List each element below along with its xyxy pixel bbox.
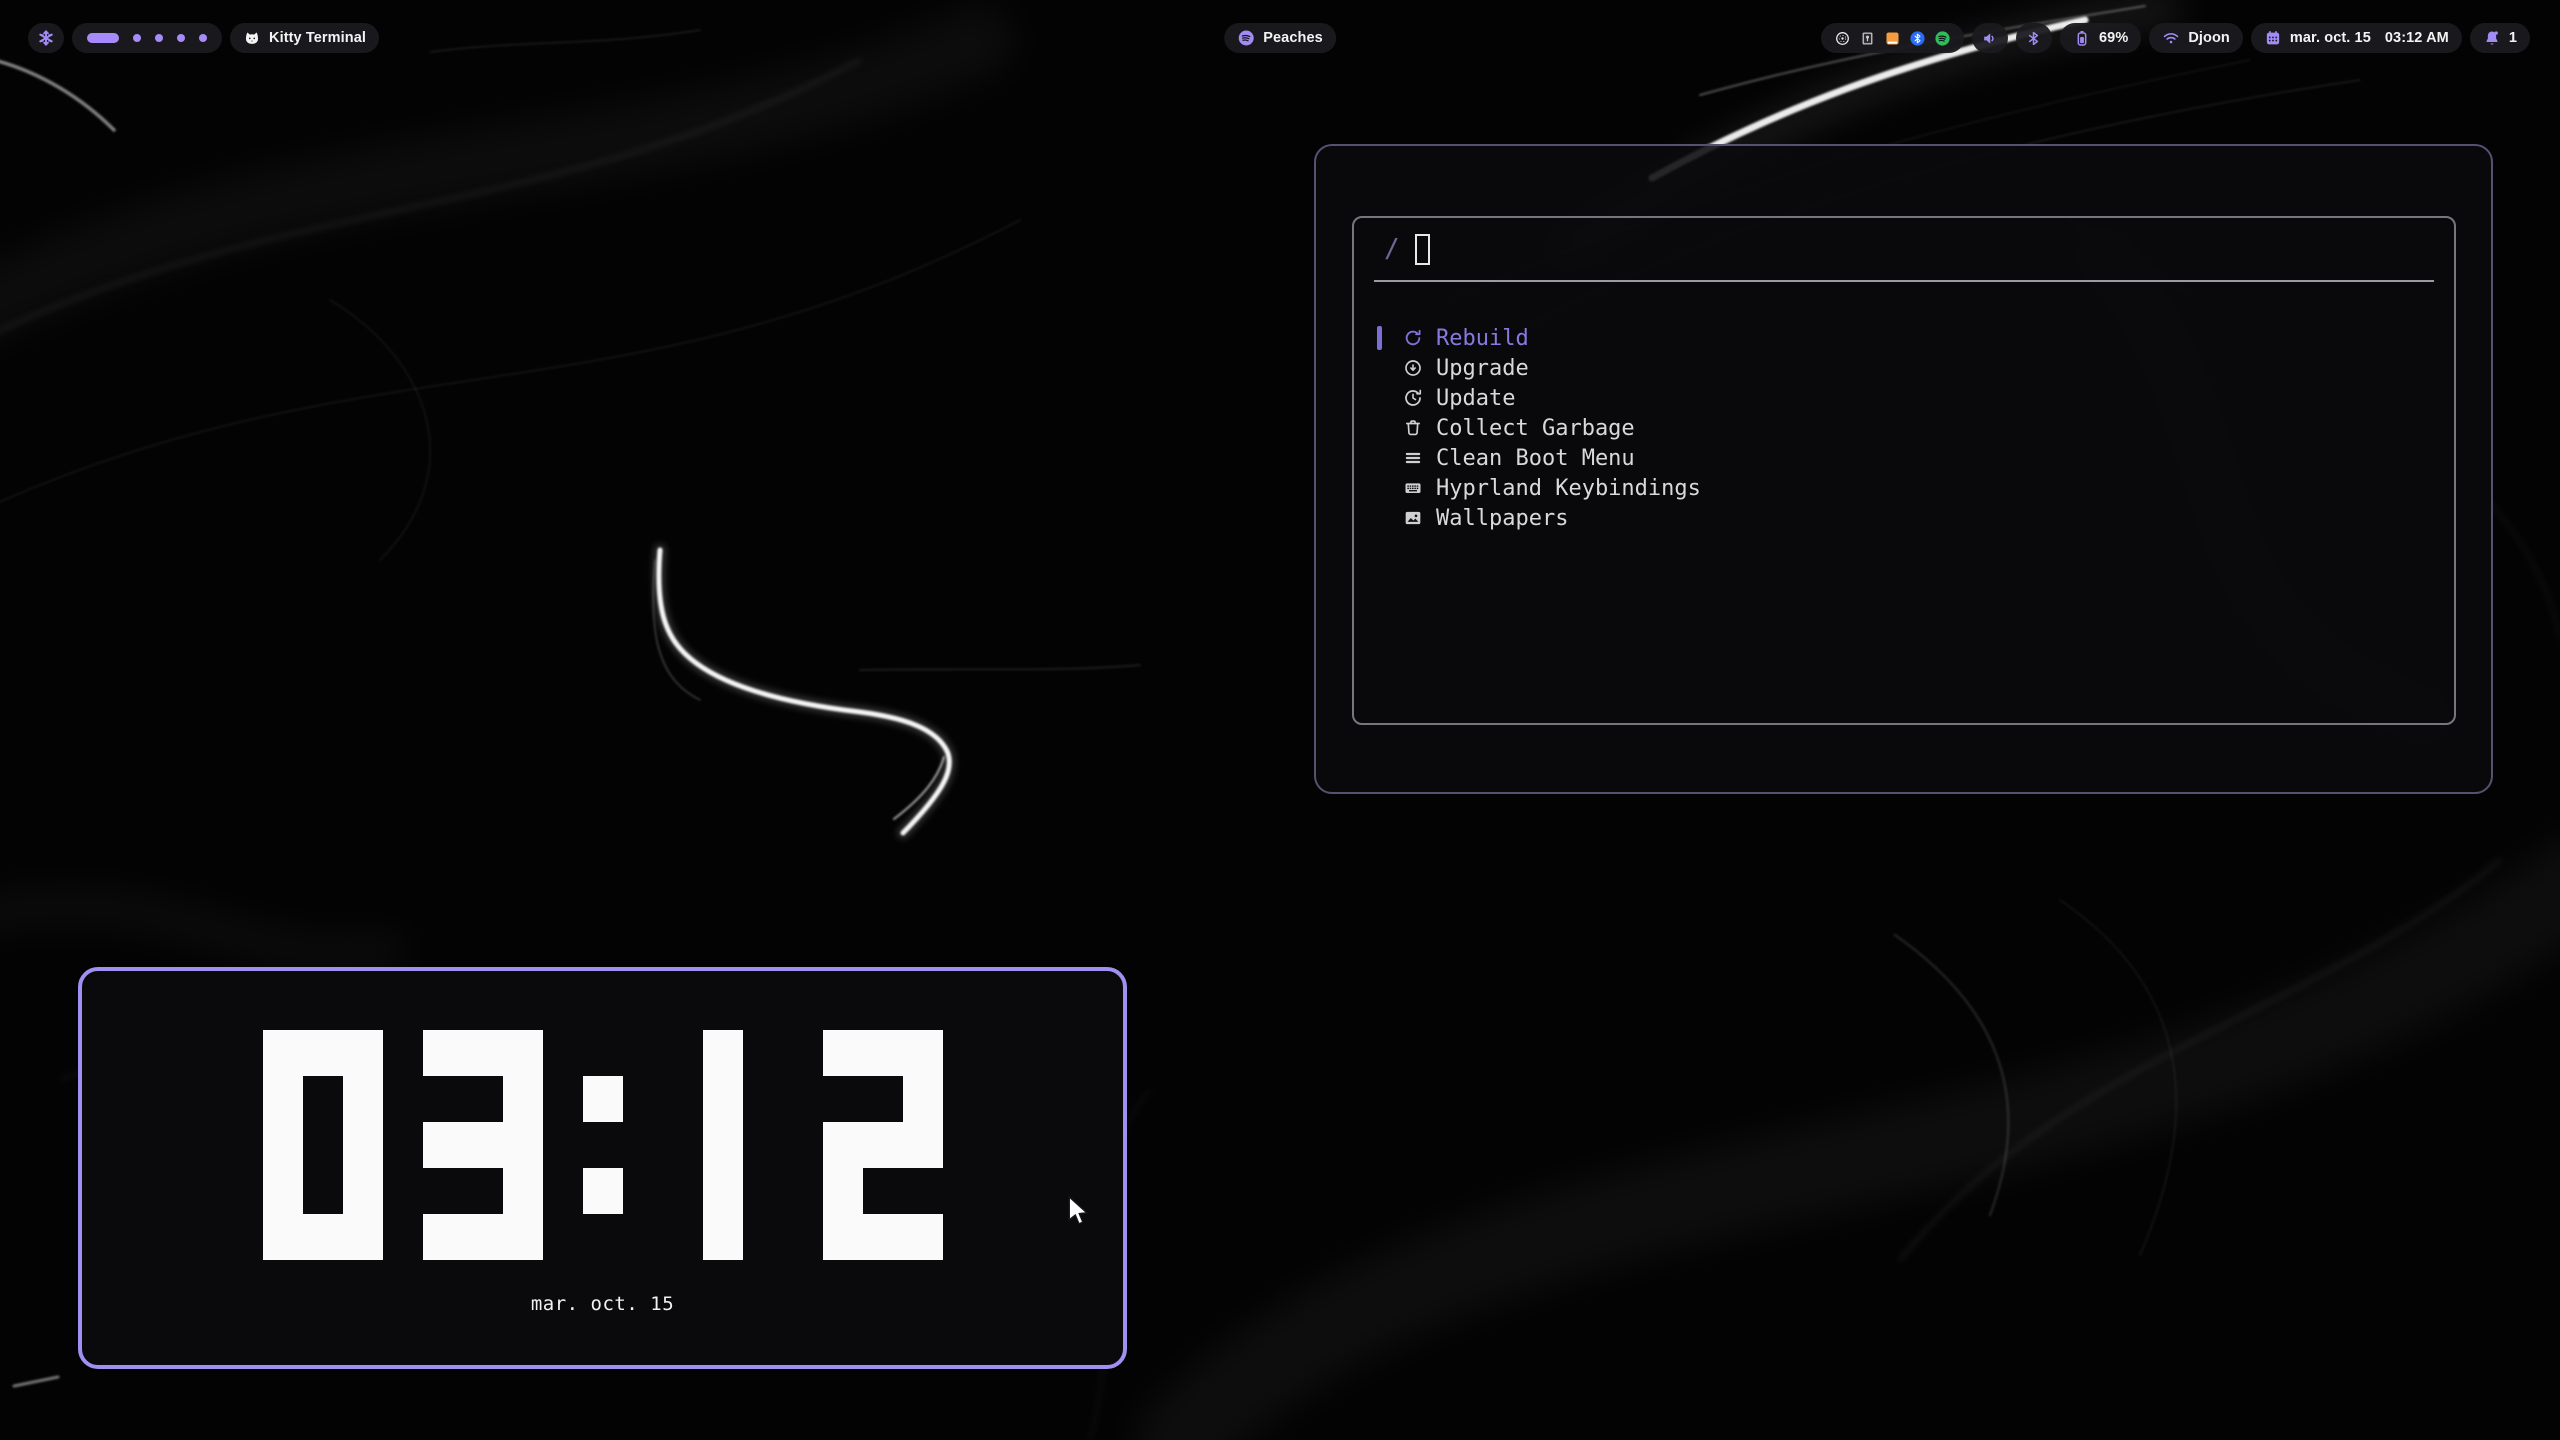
- clock-colon: [583, 1030, 623, 1260]
- launcher-item-label: Update: [1436, 386, 1515, 411]
- calendar-icon: [2264, 29, 2282, 47]
- media-player[interactable]: Peaches: [1224, 23, 1336, 53]
- launcher-item-wallpapers[interactable]: Wallpapers: [1354, 503, 2454, 533]
- separator: [1374, 280, 2434, 282]
- desktop: Kitty Terminal Peaches 69% Djoon: [0, 0, 2560, 1440]
- active-window-title: Kitty Terminal: [269, 23, 366, 53]
- media-title: Peaches: [1263, 23, 1323, 53]
- notebook-icon[interactable]: [1884, 30, 1901, 47]
- bar-left-modules: Kitty Terminal: [28, 23, 379, 53]
- speaker-icon: [1981, 30, 1998, 47]
- workspace-1[interactable]: [87, 33, 119, 43]
- cat-icon: [243, 29, 261, 47]
- system-tray: [1821, 23, 1964, 53]
- clock-digit-3: [423, 1030, 543, 1260]
- launcher-item-clean-boot-menu[interactable]: Clean Boot Menu: [1354, 443, 2454, 473]
- mouse-cursor: [1066, 1196, 1090, 1226]
- clock-refresh-icon: [1403, 388, 1423, 408]
- launcher-item-label: Hyprland Keybindings: [1436, 476, 1701, 501]
- workspace-3[interactable]: [155, 34, 163, 42]
- launcher-box: / Rebuild Upgrade Update Collect Garbage Cle…: [1352, 216, 2456, 725]
- selection-indicator: [1377, 386, 1382, 410]
- image-icon: [1403, 508, 1423, 528]
- top-bar: Kitty Terminal Peaches 69% Djoon: [0, 23, 2560, 53]
- launcher-list: Rebuild Upgrade Update Collect Garbage Clean…: [1354, 323, 2454, 533]
- volume-button[interactable]: [1972, 23, 2008, 53]
- nixos-menu-button[interactable]: [28, 23, 64, 53]
- spotify-green-icon[interactable]: [1934, 30, 1951, 47]
- notification-count: 1: [2509, 23, 2517, 53]
- clock-widget: mar. oct. 15: [78, 967, 1127, 1369]
- bar-right-modules: 69% Djoon mar. oct. 15 03:12 AM 1: [1821, 23, 2530, 53]
- text-cursor-icon: [1415, 234, 1430, 265]
- selection-indicator: [1377, 506, 1382, 530]
- clock-date: mar. oct. 15: [82, 1293, 1123, 1315]
- workspace-4[interactable]: [177, 34, 185, 42]
- launcher-item-label: Upgrade: [1436, 356, 1529, 381]
- bluetooth-blue-icon[interactable]: [1909, 30, 1926, 47]
- trash-icon: [1403, 418, 1423, 438]
- clock-time: [82, 1030, 1123, 1260]
- launcher-search-input[interactable]: /: [1354, 218, 2454, 280]
- clock-digit-0: [263, 1030, 383, 1260]
- disc-icon[interactable]: [1834, 30, 1851, 47]
- bell-icon: [2483, 29, 2501, 47]
- keepass-icon[interactable]: [1859, 30, 1876, 47]
- active-window[interactable]: Kitty Terminal: [230, 23, 379, 53]
- launcher-panel: / Rebuild Upgrade Update Collect Garbage Cle…: [1314, 144, 2493, 794]
- network-ssid: Djoon: [2188, 23, 2230, 53]
- selection-indicator: [1377, 356, 1382, 380]
- wifi-icon: [2162, 29, 2180, 47]
- launcher-item-label: Collect Garbage: [1436, 416, 1635, 441]
- battery-icon: [2073, 29, 2091, 47]
- launcher-item-collect-garbage[interactable]: Collect Garbage: [1354, 413, 2454, 443]
- workspace-5[interactable]: [199, 34, 207, 42]
- workspaces: [72, 23, 222, 53]
- prompt-symbol: /: [1384, 234, 1400, 264]
- launcher-item-label: Rebuild: [1436, 326, 1529, 351]
- bar-time: 03:12 AM: [2385, 23, 2449, 53]
- launcher-item-update[interactable]: Update: [1354, 383, 2454, 413]
- network-indicator[interactable]: Djoon: [2149, 23, 2243, 53]
- clock-digit-2: [823, 1030, 943, 1260]
- launcher-item-label: Clean Boot Menu: [1436, 446, 1635, 471]
- battery-indicator[interactable]: 69%: [2060, 23, 2141, 53]
- launcher-item-upgrade[interactable]: Upgrade: [1354, 353, 2454, 383]
- download-circle-icon: [1403, 358, 1423, 378]
- bluetooth-button[interactable]: [2016, 23, 2052, 53]
- selection-indicator: [1377, 326, 1382, 350]
- keyboard-icon: [1403, 478, 1423, 498]
- spotify-icon: [1237, 29, 1255, 47]
- bluetooth-icon: [2025, 30, 2042, 47]
- bar-center-modules: Peaches: [1224, 23, 1336, 53]
- clock-digit-1: [663, 1030, 783, 1260]
- bar-date: mar. oct. 15: [2290, 23, 2371, 53]
- notifications-indicator[interactable]: 1: [2470, 23, 2530, 53]
- launcher-item-label: Wallpapers: [1436, 506, 1568, 531]
- workspace-2[interactable]: [133, 34, 141, 42]
- menu-lines-icon: [1403, 448, 1423, 468]
- launcher-item-hyprland-keybindings[interactable]: Hyprland Keybindings: [1354, 473, 2454, 503]
- nixos-logo-icon: [37, 29, 55, 47]
- selection-indicator: [1377, 416, 1382, 440]
- battery-level: 69%: [2099, 23, 2128, 53]
- launcher-item-rebuild[interactable]: Rebuild: [1354, 323, 2454, 353]
- selection-indicator: [1377, 476, 1382, 500]
- clock-indicator[interactable]: mar. oct. 15 03:12 AM: [2251, 23, 2462, 53]
- selection-indicator: [1377, 446, 1382, 470]
- refresh-icon: [1403, 328, 1423, 348]
